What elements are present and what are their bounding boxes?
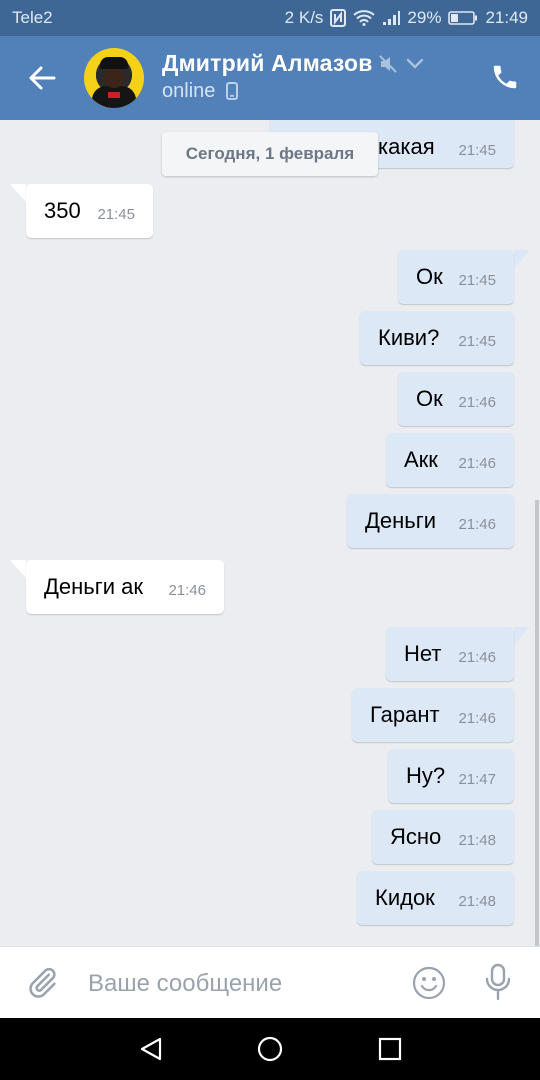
chat-header: Дмитрий Алмазов online: [0, 36, 540, 120]
message-text: Деньги: [365, 508, 437, 533]
battery-icon: [448, 11, 478, 25]
smiley-icon[interactable]: [412, 966, 446, 1000]
message-bubble-outgoing[interactable]: Акк 21:46: [386, 433, 514, 487]
message-time: 21:46: [458, 516, 496, 533]
status-indicators: 2 K/s 29% 21:49: [285, 8, 528, 28]
message-bubble-outgoing[interactable]: Нет 21:46: [386, 627, 514, 681]
nav-back-icon[interactable]: [138, 1036, 164, 1062]
message-text: Ясно: [390, 824, 442, 849]
message-time: 21:45: [97, 206, 135, 223]
message-bubble-incoming[interactable]: 350 21:45: [26, 184, 153, 238]
scrollbar[interactable]: [535, 500, 539, 946]
message-time: 21:45: [458, 333, 496, 350]
message-bubble-outgoing[interactable]: Ну? 21:47: [388, 749, 514, 803]
message-time: 21:46: [458, 394, 496, 411]
net-speed-label: 2 K/s: [284, 8, 324, 27]
nfc-icon: [330, 9, 347, 27]
message-list[interactable]: какая 21:45 Сегодня, 1 февраля 350 21:45…: [0, 120, 540, 946]
online-status: online: [162, 80, 216, 102]
back-arrow-icon[interactable]: [26, 62, 58, 94]
message-time: 21:46: [458, 649, 496, 666]
message-bubble-outgoing[interactable]: Ясно 21:48: [372, 810, 514, 864]
carrier-label: Tele2: [12, 8, 53, 27]
mobile-device-icon: [226, 82, 238, 100]
bubble-tail: [10, 184, 26, 202]
message-bubble-outgoing[interactable]: Деньги 21:46: [347, 494, 514, 548]
battery-percent: 29%: [407, 8, 442, 27]
bubble-tail: [514, 250, 530, 268]
message-text: Ок: [416, 264, 443, 289]
message-text: Акк: [404, 447, 438, 472]
message-time: 21:47: [458, 771, 496, 788]
message-text: 350: [44, 198, 81, 223]
message-bubble-outgoing[interactable]: Гарант 21:46: [352, 688, 514, 742]
message-text: Гарант: [370, 702, 440, 727]
message-time: 21:46: [458, 455, 496, 472]
phone-icon[interactable]: [490, 62, 520, 92]
bubble-tail: [514, 627, 530, 645]
message-time: 21:48: [458, 832, 496, 849]
message-time: 21:48: [458, 893, 496, 910]
avatar[interactable]: [84, 48, 144, 108]
nav-home-icon[interactable]: [257, 1036, 283, 1062]
message-bubble-outgoing[interactable]: Киви? 21:45: [360, 311, 514, 365]
message-text: Кидок: [375, 885, 435, 910]
message-text: Деньги ак: [44, 574, 144, 599]
message-time: 21:45: [458, 142, 496, 159]
message-time: 21:46: [458, 710, 496, 727]
date-separator: Сегодня, 1 февраля: [162, 132, 378, 176]
message-text: какая: [378, 134, 435, 159]
message-bubble-outgoing[interactable]: Кидок 21:48: [357, 871, 514, 925]
message-text: Нет: [404, 641, 442, 666]
chevron-down-icon[interactable]: [406, 58, 424, 70]
wifi-icon: [353, 10, 376, 26]
bubble-tail: [10, 560, 26, 578]
clock: 21:49: [485, 8, 528, 27]
message-bubble-outgoing[interactable]: Ок 21:45: [398, 250, 514, 304]
message-time: 21:45: [458, 272, 496, 289]
nav-recent-apps-icon[interactable]: [378, 1037, 402, 1061]
message-text: Ну?: [406, 763, 446, 788]
message-bubble-incoming[interactable]: Деньги ак 21:46: [26, 560, 224, 614]
message-text: Ок: [416, 386, 443, 411]
status-bar: Tele2 2 K/s 29% 21:49: [0, 0, 540, 36]
message-composer: [0, 946, 540, 1019]
message-input[interactable]: [86, 963, 390, 1005]
message-bubble-outgoing[interactable]: Ок 21:46: [398, 372, 514, 426]
muted-speaker-icon: [379, 55, 397, 73]
signal-icon: [383, 11, 401, 25]
paperclip-icon[interactable]: [24, 965, 60, 1001]
contact-name[interactable]: Дмитрий Алмазов: [162, 50, 373, 77]
message-text: Киви?: [378, 325, 440, 350]
system-navigation-bar: [0, 1018, 540, 1080]
message-time: 21:46: [168, 582, 206, 599]
microphone-icon[interactable]: [484, 963, 512, 1001]
